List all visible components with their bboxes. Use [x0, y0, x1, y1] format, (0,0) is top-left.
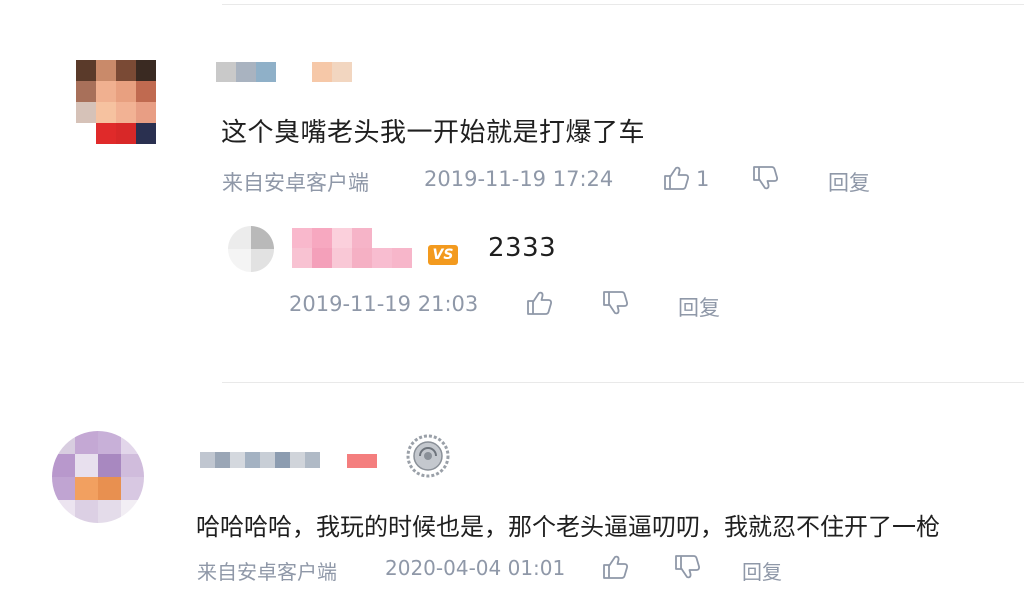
comment-source: 来自安卓客户端	[222, 171, 369, 195]
vs-badge: VS	[428, 245, 458, 265]
thumbs-up-icon[interactable]	[600, 552, 630, 582]
username-blurred[interactable]	[200, 452, 320, 468]
comment-divider	[222, 382, 1024, 383]
reply-button[interactable]: 回复	[742, 556, 782, 585]
comment-timestamp: 2020-04-04 01:01	[385, 556, 566, 580]
reply-timestamp: 2019-11-19 21:03	[289, 292, 479, 316]
avatar[interactable]	[76, 60, 156, 144]
comment-text: 这个臭嘴老头我一开始就是打爆了车	[221, 118, 646, 148]
medal-icon[interactable]	[404, 432, 452, 480]
reply-username-blurred[interactable]	[292, 228, 412, 268]
comment-text: 哈哈哈哈，我玩的时候也是，那个老头逼逼叨叨，我就忍不住开了一枪	[196, 513, 940, 541]
user-tag-blurred	[312, 62, 352, 82]
thumbs-up-icon[interactable]	[661, 163, 691, 193]
thumbs-up-icon[interactable]	[524, 288, 554, 318]
comment-timestamp: 2019-11-19 17:24	[424, 167, 614, 191]
reply-text: 2333	[488, 233, 557, 263]
comment-source: 来自安卓客户端	[197, 560, 337, 584]
avatar[interactable]	[52, 431, 144, 523]
thumbs-down-icon[interactable]	[672, 552, 702, 582]
reply-button[interactable]: 回复	[828, 167, 870, 197]
reply-avatar[interactable]	[228, 226, 274, 272]
like-count: 1	[696, 167, 710, 191]
top-divider	[222, 4, 1024, 5]
thumbs-down-icon[interactable]	[600, 288, 630, 318]
username-blurred[interactable]	[216, 62, 276, 82]
reply-button[interactable]: 回复	[678, 292, 720, 322]
user-tag-blurred	[347, 454, 377, 468]
thumbs-down-icon[interactable]	[750, 163, 780, 193]
